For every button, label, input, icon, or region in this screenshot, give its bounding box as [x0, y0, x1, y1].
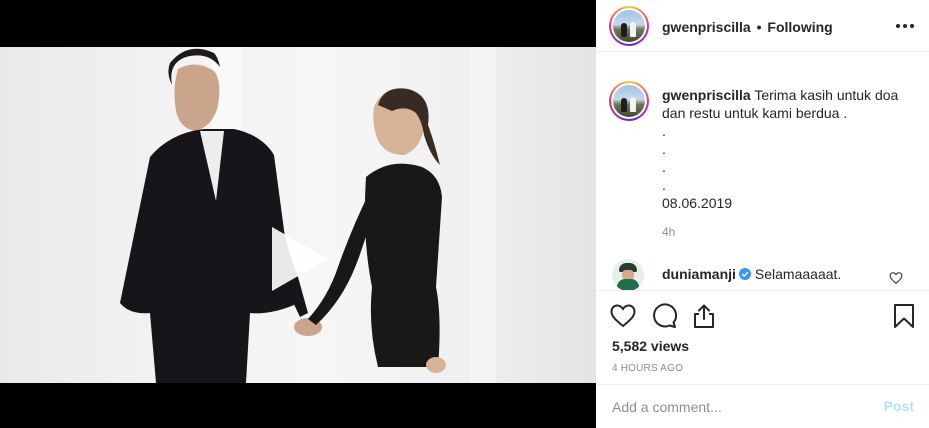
- separator: •: [756, 19, 762, 35]
- add-comment-section: Post: [596, 384, 929, 428]
- bookmark-icon[interactable]: [891, 303, 917, 329]
- caption-dot: .: [662, 177, 666, 193]
- commenter-avatar[interactable]: [612, 259, 644, 290]
- comment-content: duniamanji Selamaaaaat.: [662, 265, 841, 283]
- comment-bubble-icon[interactable]: [651, 303, 677, 329]
- caption-timestamp[interactable]: 4h: [662, 225, 675, 239]
- more-options-icon[interactable]: [895, 16, 915, 36]
- post-actions: 5,582 views 4 HOURS AGO: [596, 290, 929, 384]
- share-icon[interactable]: [691, 303, 717, 329]
- video-frame[interactable]: [0, 47, 596, 383]
- header-user-line: gwenpriscilla • Following: [662, 18, 833, 36]
- avatar-figure: [630, 97, 636, 112]
- caption-dot: .: [662, 141, 666, 157]
- verified-badge-icon: [738, 268, 751, 280]
- caption-date: 08.06.2019: [662, 195, 733, 211]
- avatar-figure: [621, 98, 627, 112]
- avatar-figure: [630, 22, 636, 37]
- avatar-body: [617, 279, 639, 290]
- avatar-figure: [621, 23, 627, 37]
- caption-text: Terima kasih untuk doa: [754, 87, 899, 103]
- play-icon[interactable]: [262, 223, 334, 295]
- caption-text: dan restu untuk kami berdua .: [662, 105, 848, 121]
- post-media[interactable]: [0, 0, 596, 428]
- caption-author-link[interactable]: gwenpriscilla: [662, 87, 751, 103]
- caption-line: gwenpriscilla Terima kasih untuk doa: [662, 86, 912, 104]
- avatar-image: [613, 85, 645, 117]
- author-username-link[interactable]: gwenpriscilla: [662, 19, 751, 35]
- comments-area[interactable]: gwenpriscilla Terima kasih untuk doa dan…: [596, 53, 929, 290]
- post-caption: gwenpriscilla Terima kasih untuk doa dan…: [662, 86, 912, 212]
- views-count[interactable]: 5,582 views: [612, 337, 689, 355]
- author-avatar[interactable]: [609, 6, 649, 46]
- comment-text: Selamaaaaat.: [754, 266, 842, 282]
- caption-dot: .: [662, 123, 666, 139]
- comment-input[interactable]: [612, 397, 872, 417]
- post-side-panel: gwenpriscilla • Following gwenpriscilla …: [596, 0, 929, 428]
- comment-item: duniamanji Selamaaaaat.: [596, 256, 929, 290]
- caption-author-avatar[interactable]: [609, 81, 649, 121]
- post-timestamp[interactable]: 4 HOURS AGO: [612, 363, 683, 374]
- caption-dot: .: [662, 159, 666, 175]
- following-button[interactable]: Following: [767, 19, 832, 35]
- comment-heart-icon[interactable]: [889, 271, 903, 285]
- video-still-couple: [120, 48, 446, 383]
- post-comment-button[interactable]: Post: [884, 398, 914, 414]
- commenter-username-link[interactable]: duniamanji: [662, 266, 736, 282]
- avatar-image: [613, 10, 645, 42]
- heart-icon[interactable]: [610, 303, 636, 329]
- post-header: gwenpriscilla • Following: [596, 0, 929, 52]
